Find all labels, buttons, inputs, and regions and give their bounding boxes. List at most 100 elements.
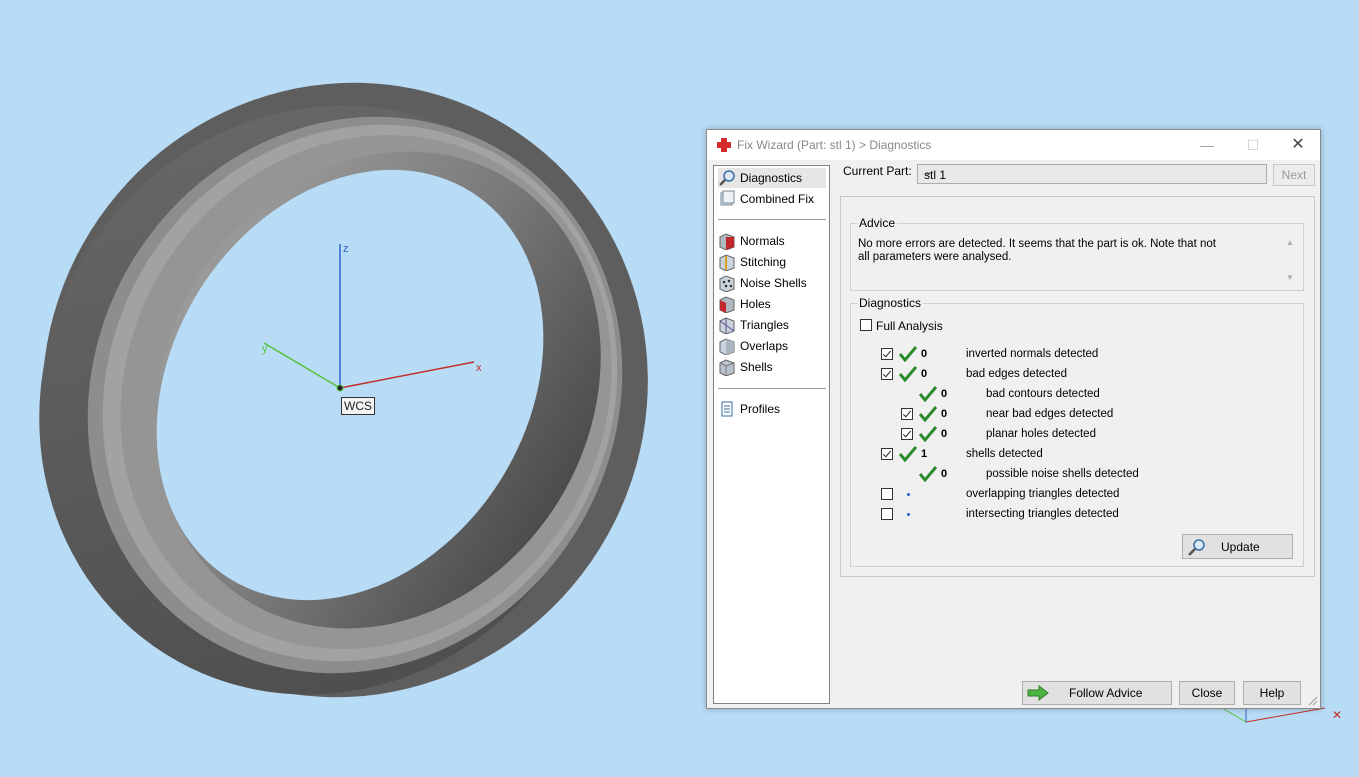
- nav-item-label: Noise Shells: [740, 276, 807, 290]
- resize-grip-icon[interactable]: [1306, 694, 1318, 706]
- help-button[interactable]: Help: [1243, 681, 1301, 705]
- x-axis-label: x: [476, 362, 482, 374]
- green-arrow-icon: [1027, 685, 1049, 701]
- row-text: near bad edges detected: [986, 408, 1114, 420]
- follow-advice-button[interactable]: Follow Advice: [1022, 681, 1172, 705]
- profiles-icon: [721, 401, 733, 417]
- nav-divider: [718, 388, 826, 389]
- scroll-down-icon[interactable]: ▼: [1283, 273, 1297, 282]
- ok-check-icon: [919, 426, 937, 442]
- current-part-label: Current Part:: [843, 164, 912, 178]
- overlaps-icon: [719, 338, 735, 355]
- full-analysis-label: Full Analysis: [876, 319, 943, 333]
- nav-item-normals[interactable]: Normals: [718, 231, 826, 251]
- close-window-button[interactable]: ✕: [1275, 130, 1321, 160]
- row-checkbox-shells[interactable]: [881, 448, 893, 460]
- dialog-titlebar[interactable]: Fix Wizard (Part: stl 1) > Diagnostics —…: [707, 130, 1320, 160]
- row-text: shells detected: [966, 448, 1043, 460]
- row-text: inverted normals detected: [966, 348, 1099, 360]
- normals-icon: [719, 233, 735, 250]
- holes-icon: [719, 296, 735, 313]
- wizard-nav: Diagnostics Combined Fix Normals Stitchi…: [713, 165, 830, 704]
- z-axis-label: z: [343, 243, 349, 255]
- pending-dot-icon: [907, 493, 910, 496]
- full-analysis-checkbox[interactable]: [860, 319, 872, 331]
- follow-advice-label: Follow Advice: [1069, 686, 1143, 700]
- update-label: Update: [1221, 539, 1260, 554]
- update-button[interactable]: Update: [1182, 534, 1293, 559]
- nav-item-label: Diagnostics: [740, 171, 803, 185]
- row-text: bad edges detected: [966, 368, 1068, 380]
- row-checkbox-bad-edges[interactable]: [881, 368, 893, 380]
- row-checkbox-near-bad-edges[interactable]: [901, 408, 913, 420]
- nav-item-label: Triangles: [740, 318, 789, 332]
- content-panel: Advice No more errors are detected. It s…: [840, 196, 1315, 577]
- ok-check-icon: [919, 386, 937, 402]
- row-text: intersecting triangles detected: [966, 508, 1119, 520]
- nav-item-label: Combined Fix: [740, 192, 815, 206]
- nav-item-label: Normals: [740, 234, 785, 248]
- corner-triad-y: [1221, 707, 1247, 723]
- row-checkbox-intersecting-triangles[interactable]: [881, 508, 893, 520]
- combined-fix-icon: [720, 190, 735, 206]
- ok-check-icon: [919, 466, 937, 482]
- row-count: 0: [921, 368, 928, 380]
- chevron-down-icon: ⌄: [924, 167, 933, 178]
- row-text: possible noise shells detected: [986, 468, 1139, 480]
- nav-item-noise-shells[interactable]: Noise Shells: [718, 273, 826, 293]
- row-checkbox-overlapping-triangles[interactable]: [881, 488, 893, 500]
- row-count: 0: [941, 468, 948, 480]
- nav-item-stitching[interactable]: Stitching: [718, 252, 826, 272]
- stitching-icon: [719, 254, 735, 271]
- wcs-label: WCS: [341, 397, 375, 415]
- row-count: 0: [941, 428, 948, 440]
- close-button[interactable]: Close: [1179, 681, 1235, 705]
- row-count: 0: [941, 408, 948, 420]
- nav-item-label: Overlaps: [740, 339, 789, 353]
- nav-item-shells[interactable]: Shells: [718, 357, 826, 377]
- advice-scrollbar[interactable]: ▲ ▼: [1283, 238, 1297, 282]
- row-count: 1: [921, 448, 928, 460]
- app-cross-icon: [717, 138, 731, 152]
- maximize-button[interactable]: ☐: [1230, 130, 1276, 160]
- nav-item-label: Stitching: [740, 255, 787, 269]
- row-checkbox-inverted-normals[interactable]: [881, 348, 893, 360]
- fix-wizard-dialog: Fix Wizard (Part: stl 1) > Diagnostics —…: [706, 129, 1321, 709]
- nav-item-label: Shells: [740, 360, 773, 374]
- magnifier-icon: [719, 170, 735, 186]
- shells-icon: [719, 359, 735, 376]
- minimize-button[interactable]: —: [1184, 130, 1230, 160]
- advice-text: No more errors are detected. It seems th…: [858, 238, 1216, 263]
- nav-item-holes[interactable]: Holes: [718, 294, 826, 314]
- pending-dot-icon: [907, 513, 910, 516]
- nav-item-label: Holes: [740, 297, 771, 311]
- ok-check-icon: [899, 446, 917, 462]
- row-checkbox-planar-holes[interactable]: [901, 428, 913, 440]
- diagnostics-group: Diagnostics Full Analysis 0 inverted nor…: [850, 296, 1304, 567]
- diagnostics-title: Diagnostics: [857, 296, 924, 310]
- row-text: overlapping triangles detected: [966, 488, 1120, 500]
- nav-item-diagnostics[interactable]: Diagnostics: [718, 168, 826, 188]
- nav-item-combined-fix[interactable]: Combined Fix: [718, 189, 826, 209]
- current-part-select[interactable]: stl 1 ⌄: [917, 164, 1267, 184]
- nav-item-profiles[interactable]: Profiles: [718, 399, 826, 419]
- dialog-title: Fix Wizard (Part: stl 1) > Diagnostics: [737, 138, 932, 152]
- y-axis-label: y: [262, 343, 268, 355]
- advice-group: Advice No more errors are detected. It s…: [850, 216, 1304, 291]
- row-count: 0: [941, 388, 948, 400]
- nav-divider: [718, 219, 826, 220]
- advice-title: Advice: [857, 216, 898, 230]
- row-text: bad contours detected: [986, 388, 1100, 400]
- ok-check-icon: [899, 366, 917, 382]
- ok-check-icon: [919, 406, 937, 422]
- scroll-up-icon[interactable]: ▲: [1283, 238, 1297, 247]
- next-button[interactable]: Next: [1273, 164, 1315, 186]
- nav-item-label: Profiles: [740, 402, 781, 416]
- corner-triad-x: [1245, 707, 1326, 723]
- corner-triad-close-icon: ✕: [1332, 708, 1342, 722]
- nav-item-overlaps[interactable]: Overlaps: [718, 336, 826, 356]
- noise-shells-icon: [719, 275, 735, 292]
- nav-item-triangles[interactable]: Triangles: [718, 315, 826, 335]
- row-text: planar holes detected: [986, 428, 1096, 440]
- triangles-icon: [719, 317, 735, 334]
